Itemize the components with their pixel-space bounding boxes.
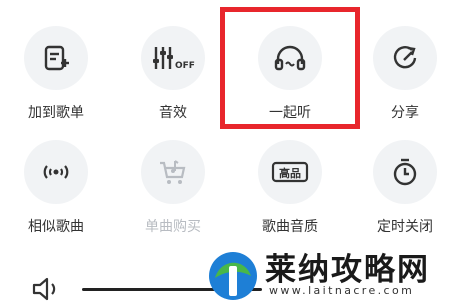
similar-songs-button[interactable]: 相似歌曲 (6, 140, 106, 250)
share-label: 分享 (391, 105, 419, 121)
add-to-playlist-button[interactable]: 加到歌单 (6, 26, 106, 136)
add-to-playlist-circle (24, 26, 88, 90)
audio-quality-circle: 高品 (258, 140, 322, 204)
sleep-timer-button[interactable]: 定时关闭 (355, 140, 452, 250)
sound-effects-circle: OFF (141, 26, 205, 90)
buy-single-button[interactable]: 单曲购买 (123, 140, 223, 250)
sound-effects-off-badge: OFF (175, 61, 195, 71)
buy-single-circle (141, 140, 205, 204)
stopwatch-icon (393, 158, 417, 186)
sleep-timer-circle (373, 140, 437, 204)
share-icon (393, 45, 417, 69)
similar-songs-label: 相似歌曲 (28, 219, 84, 235)
watermark: 莱纳攻略网 www.laitnacre.com (195, 240, 452, 305)
playlist-add-icon (44, 45, 69, 71)
add-to-playlist-label: 加到歌单 (28, 105, 84, 121)
watermark-logo-icon (209, 252, 257, 300)
music-cart-icon (160, 160, 186, 184)
audio-quality-label: 歌曲音质 (262, 219, 318, 235)
sound-effects-button[interactable]: OFF 音效 (123, 26, 223, 136)
watermark-title: 莱纳攻略网 (265, 252, 430, 288)
buy-single-label: 单曲购买 (145, 219, 201, 235)
quality-badge-icon: 高品 (271, 161, 309, 183)
share-button[interactable]: 分享 (355, 26, 452, 136)
sleep-timer-label: 定时关闭 (377, 219, 433, 235)
watermark-url: www.laitnacre.com (269, 284, 415, 297)
audio-quality-badge-text: 高品 (279, 166, 301, 180)
similar-radar-icon (43, 165, 69, 179)
audio-quality-button[interactable]: 高品 歌曲音质 (240, 140, 340, 250)
similar-songs-circle (24, 140, 88, 204)
share-circle (373, 26, 437, 90)
equalizer-off-icon: OFF (153, 47, 195, 71)
sound-effects-label: 音效 (159, 105, 187, 121)
highlight-box (220, 7, 360, 129)
volume-icon[interactable] (30, 274, 64, 304)
